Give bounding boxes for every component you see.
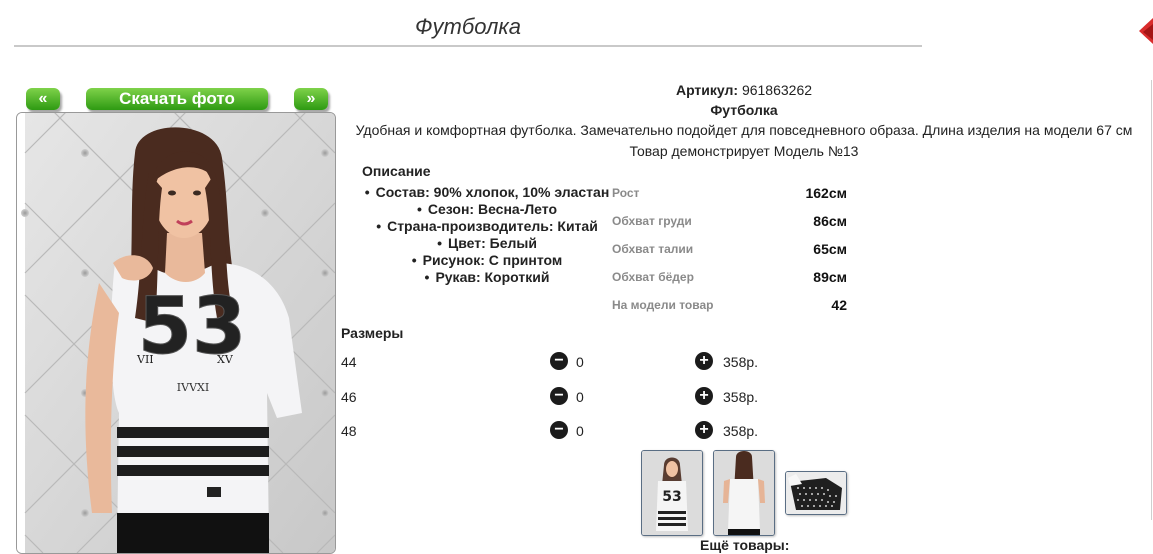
svg-text:53: 53 xyxy=(662,489,681,505)
measurement-label: На модели товар xyxy=(612,298,714,312)
size-value: 48 xyxy=(341,423,357,439)
thumbnail-back[interactable] xyxy=(713,450,775,536)
sizes-heading: Размеры xyxy=(341,325,404,341)
size-row-44: 44 − 0 + 358р. xyxy=(341,352,801,372)
decrease-quantity-button[interactable]: − xyxy=(550,421,568,439)
list-item: Рисунок: С принтом xyxy=(364,252,610,269)
list-item: Страна-производитель: Китай xyxy=(364,218,610,235)
article-label: Артикул: xyxy=(675,82,739,98)
measurement-value: 86см xyxy=(813,213,847,229)
svg-text:XV: XV xyxy=(217,353,234,366)
description-list: Состав: 90% хлопок, 10% эластан Сезон: В… xyxy=(364,184,610,286)
product-name: Футболка xyxy=(710,102,778,118)
size-row-46: 46 − 0 + 358р. xyxy=(341,387,801,407)
main-product-photo[interactable]: 53 VII XV IVVXI xyxy=(16,112,336,554)
price-value: 358р. xyxy=(723,389,759,405)
svg-text:VII: VII xyxy=(136,353,154,366)
quantity-value: 0 xyxy=(576,354,584,370)
quantity-value: 0 xyxy=(576,423,584,439)
measurement-value: 162см xyxy=(805,185,847,201)
decrease-quantity-button[interactable]: − xyxy=(550,387,568,405)
list-item: Сезон: Весна-Лето xyxy=(364,201,610,218)
list-item: Состав: 90% хлопок, 10% эластан xyxy=(364,184,610,201)
increase-quantity-button[interactable]: + xyxy=(695,352,713,370)
increase-quantity-button[interactable]: + xyxy=(695,387,713,405)
next-photo-button[interactable]: » xyxy=(294,88,328,110)
measurement-label: Обхват бёдер xyxy=(612,270,694,284)
model-info: Товар демонстрирует Модель №13 xyxy=(629,143,859,159)
size-value: 44 xyxy=(341,354,357,370)
article-value: 961863262 xyxy=(741,82,813,98)
article-line: Артикул: 961863262 xyxy=(340,82,1148,98)
quantity-value: 0 xyxy=(576,389,584,405)
decrease-quantity-button[interactable]: − xyxy=(550,352,568,370)
list-item: Рукав: Короткий xyxy=(364,269,610,286)
measurement-value: 42 xyxy=(831,297,847,313)
measurement-label: Обхват талии xyxy=(612,242,694,256)
content-border xyxy=(1151,80,1152,520)
product-description: Удобная и комфортная футболка. Замечател… xyxy=(355,122,1133,138)
thumbnail-front[interactable]: 53 xyxy=(641,450,703,536)
increase-quantity-button[interactable]: + xyxy=(695,421,713,439)
red-arrow-icon[interactable] xyxy=(1139,18,1153,48)
thumbnail-print-detail[interactable] xyxy=(785,471,847,515)
svg-text:IVVXI: IVVXI xyxy=(177,381,209,394)
more-goods-heading: Ещё товары: xyxy=(700,537,790,553)
measurement-label: Рост xyxy=(612,186,640,200)
measurement-value: 89см xyxy=(813,269,847,285)
price-value: 358р. xyxy=(723,354,759,370)
measurement-value: 65см xyxy=(813,241,847,257)
list-item: Цвет: Белый xyxy=(364,235,610,252)
download-photo-button[interactable]: Скачать фото xyxy=(86,88,268,110)
size-row-48: 48 − 0 + 358р. xyxy=(341,421,801,441)
prev-photo-button[interactable]: « xyxy=(26,88,60,110)
description-heading: Описание xyxy=(362,163,431,179)
price-value: 358р. xyxy=(723,423,759,439)
size-value: 46 xyxy=(341,389,357,405)
page-title: Футболка xyxy=(415,14,521,39)
measurement-label: Обхват груди xyxy=(612,214,692,228)
title-divider xyxy=(14,45,922,47)
model-photo-illustration: 53 VII XV IVVXI xyxy=(17,113,335,553)
